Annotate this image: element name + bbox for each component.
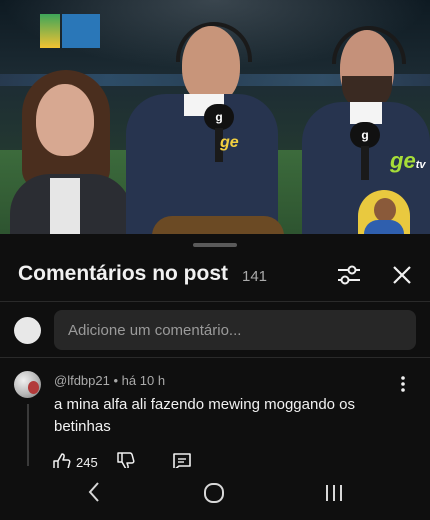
mic-flag-icon: g (204, 104, 234, 130)
close-icon[interactable] (390, 263, 414, 287)
home-icon[interactable] (203, 482, 225, 504)
ge-tv-logo-icon: getv (390, 148, 426, 173)
avatar-overlay-icon (358, 190, 410, 234)
comment-text: a mina alfa ali fazendo mewing moggando … (54, 396, 356, 435)
comment-meta: @lfdbp21 • há 10 h (54, 373, 165, 388)
comment-time: há 10 h (121, 373, 166, 388)
comment-author[interactable]: @lfdbp21 (54, 373, 110, 388)
recent-apps-icon[interactable] (323, 482, 345, 504)
meta-separator: • (113, 373, 119, 388)
reaction-overlay-head (152, 216, 284, 234)
header-divider (0, 301, 430, 302)
more-options-icon[interactable] (396, 375, 410, 393)
tv-logo-icon (40, 14, 110, 48)
filter-icon[interactable] (336, 263, 362, 287)
presenter-center: g ge (126, 14, 278, 234)
commenter-avatar[interactable] (14, 371, 41, 398)
input-divider (0, 357, 430, 358)
comment-count: 141 (242, 268, 268, 285)
back-icon[interactable] (84, 480, 104, 504)
sheet-title: Comentários no post (18, 262, 229, 285)
system-nav-bar (0, 468, 430, 520)
mic-flag-icon: g (350, 122, 380, 148)
presenter-left (6, 70, 136, 234)
video-player[interactable]: g ge g getv (0, 0, 430, 234)
ge-shirt-logo: ge (220, 134, 239, 151)
avatar (14, 317, 41, 344)
comment-input[interactable] (54, 310, 416, 350)
drag-handle[interactable] (193, 243, 237, 247)
thread-line (27, 404, 29, 466)
